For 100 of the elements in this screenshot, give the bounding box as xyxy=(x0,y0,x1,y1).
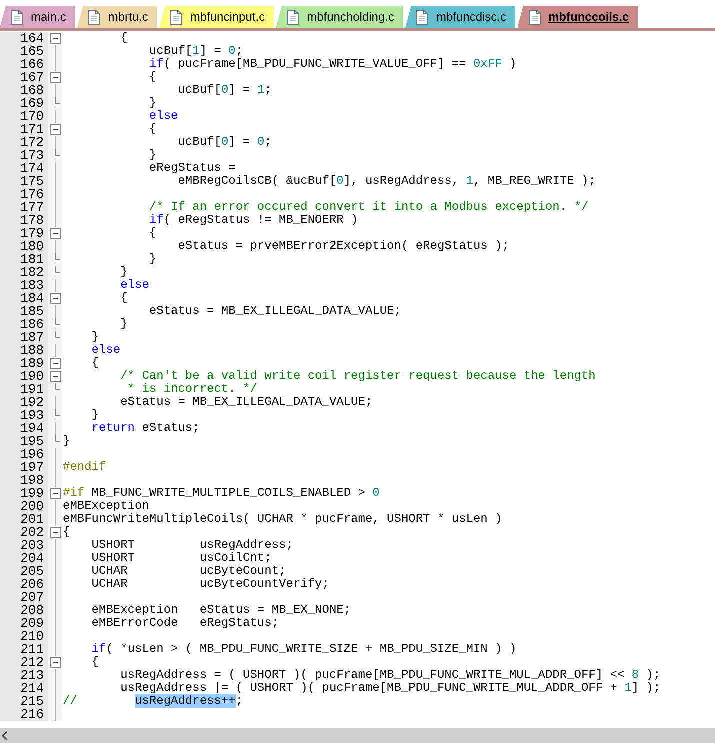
line-number: 173 xyxy=(0,149,48,162)
fold-toggle-icon[interactable] xyxy=(50,527,60,538)
code-line: { xyxy=(148,123,157,136)
code-line: { xyxy=(90,357,100,370)
document-icon xyxy=(287,10,300,24)
fold-toggle-icon[interactable] xyxy=(50,488,60,499)
line-number: 169 xyxy=(0,97,48,110)
line-number: 214 xyxy=(0,682,48,695)
line-number: 170 xyxy=(0,110,48,123)
code-line: { xyxy=(62,526,70,539)
fold-toggle-icon[interactable] xyxy=(50,371,60,382)
line-number: 207 xyxy=(0,591,48,604)
code-line: usRegAddress = ( USHORT )( pucFrame[MB_PDU_FUNC_WRITE_MUL_ADDR_OFF] << 8 ); xyxy=(120,669,661,682)
line-number: 182 xyxy=(0,266,48,279)
line-number: 195 xyxy=(0,435,48,448)
file-tab[interactable]: mbrtu.c xyxy=(77,6,158,28)
code-line: { xyxy=(148,71,157,84)
line-number: 178 xyxy=(0,214,48,227)
line-number: 199 xyxy=(0,487,48,500)
line-number: 166 xyxy=(0,58,48,71)
horizontal-scrollbar[interactable] xyxy=(0,728,715,743)
file-tab[interactable]: mbfunccoils.c xyxy=(518,6,638,28)
code-line: { xyxy=(90,656,100,669)
code-line: eMBFuncWriteMultipleCoils( UCHAR * pucFrame, USHORT * usLen ) xyxy=(62,513,502,526)
line-number: 185 xyxy=(0,305,48,318)
code-line: ucBuf[0] = 1; xyxy=(177,84,272,97)
file-tab[interactable]: main.c xyxy=(0,6,76,28)
code-line: ucBuf[1] = 0; xyxy=(148,45,244,58)
file-tab[interactable]: mbfuncdisc.c xyxy=(405,6,516,28)
line-number: 190 xyxy=(0,370,48,383)
line-number: 167 xyxy=(0,71,48,84)
code-line: else xyxy=(148,110,178,123)
line-number: 181 xyxy=(0,253,48,266)
line-number: 168 xyxy=(0,84,48,97)
document-icon xyxy=(170,10,182,24)
line-number: 212 xyxy=(0,656,48,669)
code-line: * is incorrect. */ xyxy=(126,383,258,396)
line-number: 186 xyxy=(0,318,48,331)
line-number: 204 xyxy=(0,552,48,565)
code-line: return eStatus; xyxy=(90,422,200,435)
code-line: eMBRegCoilsCB( &ucBuf[0], usRegAddress, 1, MB_REG_WRITE ); xyxy=(177,175,596,188)
line-number: 213 xyxy=(0,669,48,682)
line-number: 175 xyxy=(0,175,48,188)
code-line: #if MB_FUNC_WRITE_MULTIPLE_COILS_ENABLED > 0 xyxy=(62,487,380,500)
code-line: } xyxy=(148,253,157,266)
line-number: 189 xyxy=(0,357,48,370)
fold-toggle-icon[interactable] xyxy=(50,358,60,369)
code-line: else xyxy=(90,344,121,357)
code-line: { xyxy=(120,292,128,305)
code-line: else xyxy=(120,279,150,292)
line-number: 174 xyxy=(0,162,48,175)
code-line: } xyxy=(148,149,157,162)
document-icon xyxy=(88,10,100,24)
code-line: #endif xyxy=(62,461,106,474)
line-number: 216 xyxy=(0,708,48,721)
line-number: 192 xyxy=(0,396,48,409)
code-line: // usRegAddress++; xyxy=(62,695,244,708)
line-number: 188 xyxy=(0,344,48,357)
code-line: eMBException eStatus = MB_EX_NONE; xyxy=(90,604,352,617)
code-line: ucBuf[0] = 0; xyxy=(177,136,272,149)
line-number: 200 xyxy=(0,500,48,513)
code-line: { xyxy=(148,227,157,240)
line-number: 171 xyxy=(0,123,48,136)
line-number: 196 xyxy=(0,448,48,461)
code-line: usRegAddress |= ( USHORT )( pucFrame[MB_PDU_FUNC_WRITE_MUL_ADDR_OFF + 1] ); xyxy=(120,682,661,695)
line-number: 177 xyxy=(0,201,48,214)
code-line: { xyxy=(120,32,128,45)
fold-toggle-icon[interactable] xyxy=(50,33,60,44)
code-line: eMBException xyxy=(62,500,150,513)
code-line: eStatus = prveMBError2Exception( eRegStatus ); xyxy=(177,240,510,253)
line-number: 179 xyxy=(0,227,48,240)
line-number: 201 xyxy=(0,513,48,526)
code-line: UCHAR ucByteCount; xyxy=(90,565,286,578)
line-number: 172 xyxy=(0,136,48,149)
line-number: 165 xyxy=(0,45,48,58)
code-line: } xyxy=(120,318,128,331)
fold-toggle-icon[interactable] xyxy=(50,293,60,304)
line-number: 210 xyxy=(0,630,48,643)
line-number: 183 xyxy=(0,279,48,292)
scroll-left-icon[interactable] xyxy=(1,730,9,740)
code-line: eStatus = MB_EX_ILLEGAL_DATA_VALUE; xyxy=(148,305,402,318)
line-number: 176 xyxy=(0,188,48,201)
fold-toggle-icon[interactable] xyxy=(50,228,60,239)
line-number: 191 xyxy=(0,383,48,396)
fold-toggle-icon[interactable] xyxy=(50,657,60,668)
file-tab[interactable]: mbfuncinput.c xyxy=(159,6,274,28)
file-tab[interactable]: mbfuncholding.c xyxy=(276,6,404,28)
line-number: 211 xyxy=(0,643,48,656)
line-number: 194 xyxy=(0,422,48,435)
line-number: 202 xyxy=(0,526,48,539)
code-line: if( pucFrame[MB_PDU_FUNC_WRITE_VALUE_OFF] == 0xFF ) xyxy=(148,58,517,71)
line-number: 206 xyxy=(0,578,48,591)
code-line: eRegStatus = xyxy=(148,162,236,175)
line-number: 164 xyxy=(0,32,48,45)
fold-toggle-icon[interactable] xyxy=(50,72,60,83)
line-number: 180 xyxy=(0,240,48,253)
fold-toggle-icon[interactable] xyxy=(50,124,60,135)
code-line: USHORT usRegAddress; xyxy=(90,539,294,552)
code-line: eStatus = MB_EX_ILLEGAL_DATA_VALUE; xyxy=(120,396,373,409)
line-number: 193 xyxy=(0,409,48,422)
